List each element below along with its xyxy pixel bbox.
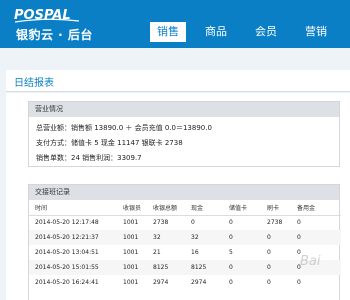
- col-float: 备用金: [291, 200, 341, 216]
- cell-cash: 0: [191, 219, 195, 227]
- shift-records-table: 时间 收银员 收银总额 现金 储值卡 刷卡 备用金 2014-05-20 12:…: [29, 200, 341, 290]
- cell-float: 0: [297, 279, 301, 286]
- cell-float: 0: [297, 219, 301, 227]
- cell-stored-value: 0: [223, 230, 261, 245]
- cell-total: 21: [153, 249, 161, 256]
- watermark: Bai: [300, 254, 321, 269]
- cell-float: 0: [291, 230, 341, 245]
- col-total: 收银总额: [147, 200, 185, 216]
- page-area: 日结报表 营业情况 总营业额：销售额 13890.0 ＋ 会员充值 0.0＝13…: [0, 48, 350, 300]
- title-bar: 日结报表: [6, 70, 350, 92]
- table-row: 2014-05-20 13:04:51 1001 21 16 5 0 0: [29, 245, 341, 260]
- cell-time: 2014-05-20 12:17:48: [35, 219, 99, 227]
- nav-item-sales[interactable]: 销售: [150, 22, 186, 42]
- col-time: 时间: [29, 200, 117, 216]
- shift-records-panel: 交接班记录 时间 收银员 收银总额 现金 储值卡 刷卡 备用金 2014-05-…: [28, 184, 341, 300]
- col-cashier: 收银员: [117, 200, 147, 216]
- business-summary-panel: 营业情况 总营业额：销售额 13890.0 ＋ 会员充值 0.0＝13890.0…: [28, 101, 340, 167]
- cell-total: 8125: [147, 260, 185, 275]
- cell-cashier: 1001: [117, 260, 147, 275]
- cell-cashier: 1001: [123, 279, 139, 286]
- order-count-line: 销售单数：24 销售利润：3309.7: [36, 154, 142, 162]
- cell-cash: 16: [191, 249, 199, 256]
- nav-item-marketing[interactable]: 营销: [296, 22, 336, 42]
- nav-item-staff[interactable]: 员: [346, 22, 350, 42]
- col-card: 刷卡: [261, 200, 291, 216]
- cell-total: 2974: [153, 279, 169, 286]
- summary-heading: 营业情况: [29, 102, 339, 117]
- table-row: 2014-05-20 12:17:48 1001 2738 0 0 2738 0: [29, 215, 341, 230]
- cell-stored-value: 5: [229, 249, 233, 256]
- table-header-row: 时间 收银员 收银总额 现金 储值卡 刷卡 备用金: [29, 200, 341, 216]
- cell-cash: 2974: [191, 279, 207, 286]
- cell-card: 0: [261, 230, 291, 245]
- cell-cash: 8125: [185, 260, 223, 275]
- cell-time: 2014-05-20 15:01:55: [29, 260, 117, 275]
- main-nav: 销售 商品 会员 营销 员: [150, 22, 350, 42]
- page-title: 日结报表: [14, 78, 54, 89]
- pospal-logo[interactable]: POSPAL: [13, 6, 81, 24]
- cell-cashier: 1001: [123, 219, 139, 227]
- shift-records-heading: 交接班记录: [29, 185, 339, 200]
- cell-total: 2738: [153, 219, 169, 227]
- nav-item-members[interactable]: 会员: [246, 22, 286, 42]
- col-cash: 现金: [185, 200, 223, 216]
- cell-stored-value: 0: [229, 279, 233, 286]
- top-bar: POSPAL 银豹云 · 后台 销售 商品 会员 营销 员: [0, 0, 350, 48]
- cell-time: 2014-05-20 13:04:51: [35, 249, 99, 256]
- table-row: 2014-05-20 16:24:41 1001 2974 2974 0 0 0: [29, 275, 341, 290]
- cell-card: 0: [261, 260, 291, 275]
- report-content: 营业情况 总营业额：销售额 13890.0 ＋ 会员充值 0.0＝13890.0…: [6, 93, 350, 300]
- col-stored-value: 储值卡: [223, 200, 261, 216]
- cell-stored-value: 0: [223, 260, 261, 275]
- payment-methods-line: 支付方式：储值卡 5 现金 11147 银联卡 2738: [36, 139, 183, 147]
- cell-cash: 32: [185, 230, 223, 245]
- cell-cashier: 1001: [117, 230, 147, 245]
- total-revenue-line: 总营业额：销售额 13890.0 ＋ 会员充值 0.0＝13890.0: [36, 124, 212, 132]
- table-row: 2014-05-20 15:01:55 1001 8125 8125 0 0 0: [29, 260, 341, 275]
- cell-card: 0: [267, 249, 271, 256]
- brand-name: 银豹云 · 后台: [16, 28, 93, 42]
- cell-time: 2014-05-20 12:21:37: [29, 230, 117, 245]
- cell-card: 2738: [267, 219, 283, 227]
- cell-total: 32: [147, 230, 185, 245]
- cell-stored-value: 0: [229, 219, 233, 227]
- cell-time: 2014-05-20 16:24:41: [35, 279, 99, 286]
- nav-item-products[interactable]: 商品: [196, 22, 236, 42]
- cell-cashier: 1001: [123, 249, 139, 256]
- cell-card: 0: [267, 279, 271, 286]
- table-row: 2014-05-20 12:21:37 1001 32 32 0 0 0: [29, 230, 341, 245]
